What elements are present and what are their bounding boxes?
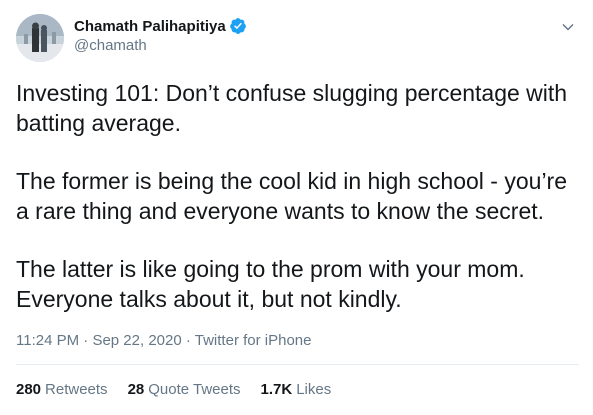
quote-tweets-label: Quote Tweets bbox=[148, 381, 241, 398]
tweet-stats: 280 Retweets 28 Quote Tweets 1.7K Likes bbox=[16, 381, 351, 398]
avatar[interactable] bbox=[16, 14, 64, 62]
retweets-stat[interactable]: 280 Retweets bbox=[16, 381, 108, 398]
likes-stat[interactable]: 1.7K Likes bbox=[261, 381, 332, 398]
tweet-time[interactable]: 11:24 PM bbox=[16, 332, 79, 349]
name-row: Chamath Palihapitiya bbox=[74, 16, 247, 36]
avatar-image bbox=[16, 14, 64, 62]
likes-label: Likes bbox=[296, 381, 332, 398]
tweet-source[interactable]: Twitter for iPhone bbox=[195, 332, 312, 349]
tweet-paragraph: The latter is like going to the prom wit… bbox=[16, 256, 525, 312]
display-name[interactable]: Chamath Palihapitiya bbox=[74, 18, 226, 35]
divider bbox=[16, 364, 579, 365]
tweet-paragraph: Investing 101: Don’t confuse slugging pe… bbox=[16, 80, 568, 136]
quote-tweets-count: 28 bbox=[127, 381, 145, 398]
tweet-text: Investing 101: Don’t confuse slugging pe… bbox=[16, 78, 581, 342]
tweet-card: Chamath Palihapitiya @chamath Investing … bbox=[0, 0, 593, 415]
handle[interactable]: @chamath bbox=[74, 37, 247, 54]
meta-separator: · bbox=[185, 332, 195, 349]
tweet-paragraph: The former is being the cool kid in high… bbox=[16, 168, 568, 224]
author-names: Chamath Palihapitiya @chamath bbox=[74, 16, 247, 54]
verified-badge-icon bbox=[229, 17, 247, 35]
likes-count: 1.7K bbox=[260, 381, 293, 398]
tweet-header: Chamath Palihapitiya @chamath bbox=[16, 14, 577, 62]
chevron-down-icon[interactable] bbox=[561, 20, 575, 34]
tweet-date[interactable]: Sep 22, 2020 bbox=[92, 332, 181, 349]
quote-tweets-stat[interactable]: 28 Quote Tweets bbox=[128, 381, 241, 398]
tweet-meta: 11:24 PM · Sep 22, 2020 · Twitter for iP… bbox=[16, 332, 311, 349]
retweets-label: Retweets bbox=[45, 381, 108, 398]
retweets-count: 280 bbox=[16, 381, 42, 398]
